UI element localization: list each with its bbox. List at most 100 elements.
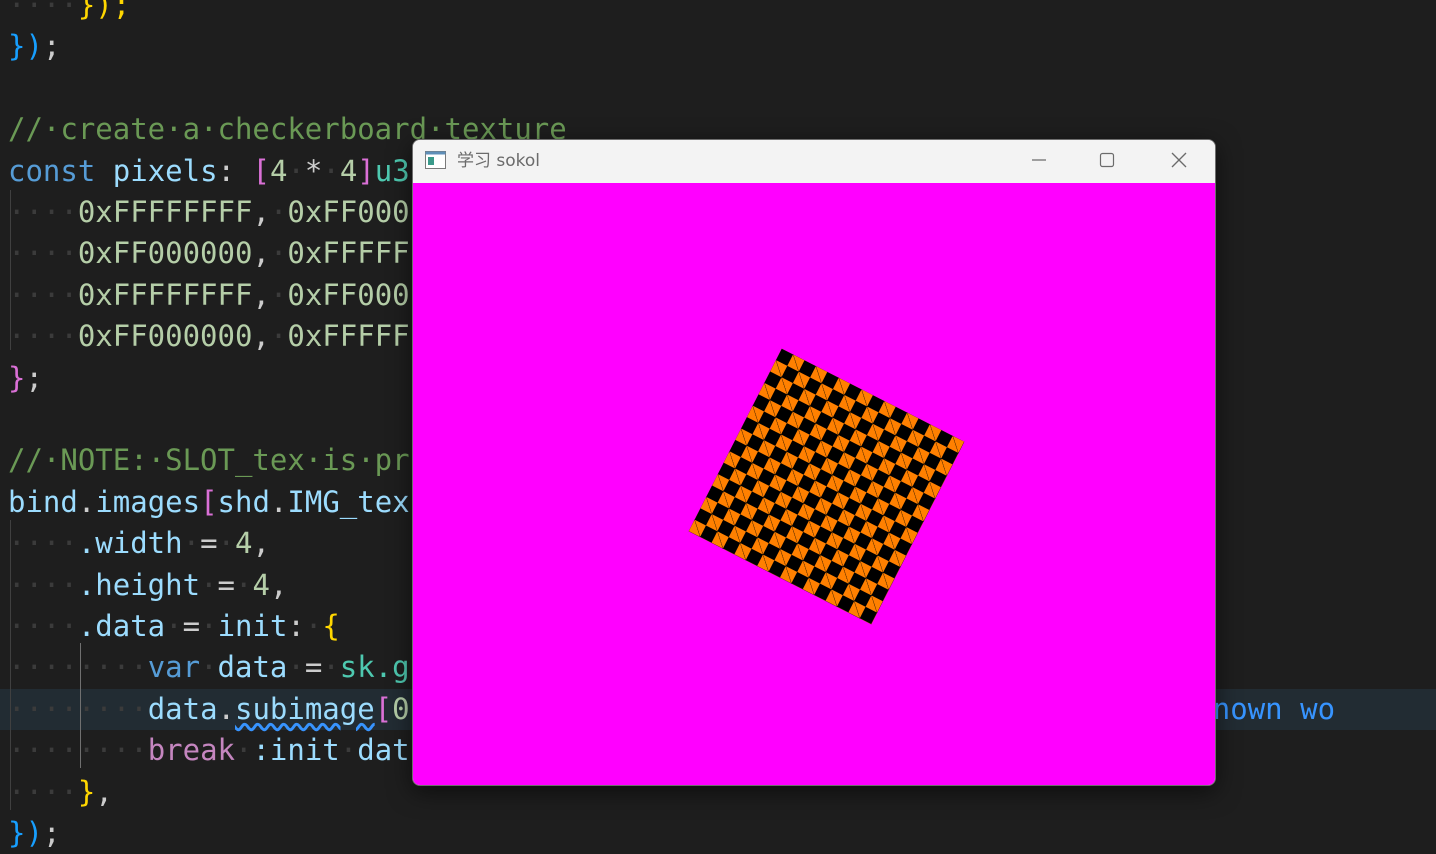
code-token: 0xFFFFF	[287, 319, 410, 354]
code-token: u3	[374, 153, 410, 188]
code-token: ·	[304, 609, 323, 643]
code-token: ,	[252, 526, 270, 561]
code-token: var	[147, 650, 201, 685]
window-title: 学习 sokol	[457, 151, 541, 171]
app-window[interactable]: 学习 sokol	[412, 139, 1216, 786]
code-token: .	[217, 691, 235, 726]
code-token: ·	[235, 567, 253, 602]
code-token: }	[8, 360, 26, 395]
code-token: 0xFFFFFFFF	[77, 195, 253, 229]
code-token: :	[217, 153, 236, 188]
code-token: ·	[287, 153, 305, 188]
maximize-icon	[1099, 152, 1115, 172]
code-token: ·	[200, 609, 218, 643]
code-token: ····	[8, 0, 78, 22]
code-token: ,	[252, 319, 270, 354]
close-icon	[1170, 151, 1188, 173]
code-token: 0xFF000000	[77, 236, 253, 271]
close-button[interactable]	[1145, 140, 1213, 183]
code-token: 0xFF000	[287, 277, 410, 312]
code-token: 4	[252, 567, 270, 602]
minimize-icon	[1031, 152, 1047, 172]
code-token: ;	[25, 360, 43, 395]
code-token: ;	[42, 29, 61, 64]
code-token: ····	[8, 567, 78, 602]
code-token: shd	[217, 484, 270, 519]
code-token: //·NOTE:·SLOT_tex·is·pr	[8, 443, 410, 478]
indent-guide	[10, 520, 11, 810]
code-token: ·	[322, 650, 340, 685]
code-token: }	[8, 816, 26, 850]
code-token: 0	[392, 691, 410, 726]
code-token: ····	[8, 609, 78, 643]
code-token: .	[269, 484, 288, 519]
code-token: ·	[269, 236, 288, 271]
code-token: ········	[8, 650, 148, 685]
code-token: ,	[269, 567, 288, 602]
code-token: ·	[322, 153, 340, 188]
code-token: ,	[252, 195, 270, 229]
code-token: 4	[269, 153, 288, 188]
code-token: 4	[339, 153, 358, 188]
code-token: bind	[8, 484, 78, 519]
code-token: .g	[374, 650, 410, 685]
code-token: });	[77, 0, 131, 22]
code-token: =	[182, 609, 201, 643]
code-token: .width	[77, 526, 183, 561]
code-token: ·	[269, 319, 288, 354]
code-token: ····	[8, 195, 78, 229]
code-token: images	[95, 484, 201, 519]
code-token: [	[200, 484, 218, 519]
code-token: ]	[357, 153, 375, 188]
code-token: 0xFF000	[287, 195, 410, 229]
code-token: ····	[8, 526, 78, 561]
code-token: ········	[8, 691, 148, 726]
code-token: data	[217, 650, 288, 685]
minimize-button[interactable]	[1005, 140, 1073, 183]
code-token: const	[8, 153, 96, 188]
code-token: 0xFFFFF	[287, 236, 410, 271]
code-token: wo	[1300, 691, 1336, 726]
code-token: {	[322, 609, 340, 643]
code-token: ·	[182, 526, 201, 561]
code-token: ····	[8, 236, 78, 271]
render-canvas[interactable]	[413, 183, 1215, 785]
code-token: pixels	[112, 153, 218, 188]
code-line[interactable]: ····});	[0, 0, 1436, 26]
code-line[interactable]	[0, 68, 1436, 109]
title-bar[interactable]: 学习 sokol	[413, 140, 1215, 183]
code-token: ·	[269, 277, 288, 312]
code-token: }	[8, 29, 26, 64]
indent-guide	[80, 643, 81, 768]
code-token: =	[217, 567, 235, 602]
code-token: ·	[165, 609, 183, 643]
code-token: ····	[8, 774, 78, 809]
code-token: ·	[235, 733, 253, 768]
code-token: ····	[8, 277, 78, 312]
checkerboard-quad	[688, 348, 965, 625]
code-token: ,	[252, 277, 270, 312]
code-token: ········	[8, 733, 148, 768]
code-token: [	[374, 691, 393, 726]
code-token: ·	[287, 650, 305, 685]
code-token: sk	[339, 650, 375, 685]
code-token: 0xFFFFFFFF	[77, 277, 253, 312]
code-line[interactable]: });	[0, 26, 1436, 67]
code-token: init	[217, 609, 288, 643]
code-token: .height	[77, 567, 201, 602]
code-token: ····	[8, 319, 78, 354]
code-token: ·	[200, 650, 218, 685]
code-token: break	[147, 733, 235, 768]
code-token: ,	[95, 774, 113, 809]
code-token: }	[77, 774, 96, 809]
code-token: 4	[235, 526, 253, 561]
code-token: :	[287, 609, 305, 643]
maximize-button[interactable]	[1073, 140, 1141, 183]
code-token: data	[147, 691, 218, 726]
code-token: .data	[77, 609, 166, 643]
code-token: subimage	[235, 691, 375, 726]
code-token: =	[200, 526, 218, 561]
code-token: ,	[252, 236, 270, 271]
